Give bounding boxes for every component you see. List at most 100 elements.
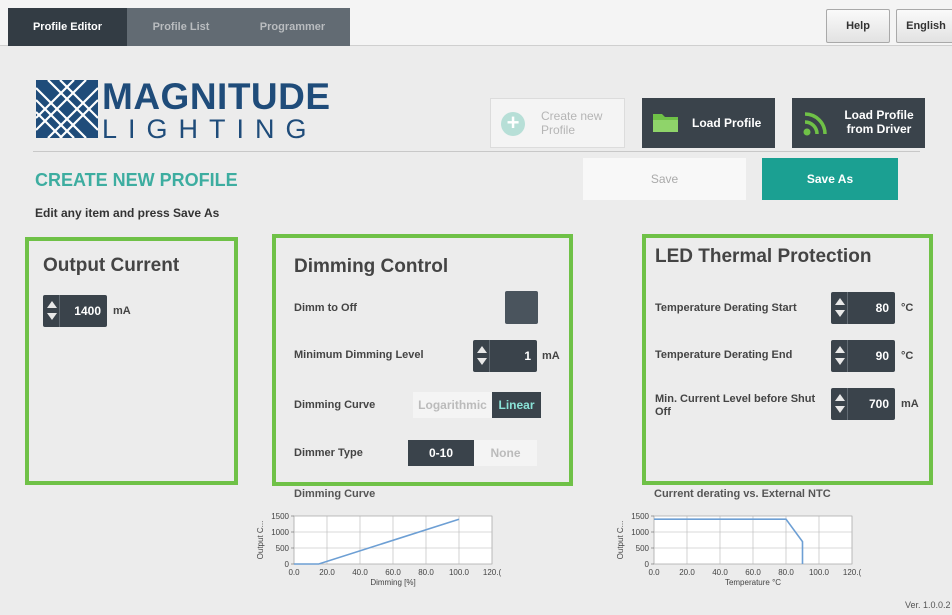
version-label: Ver. 1.0.0.2 [905, 600, 951, 610]
create-new-profile-button[interactable]: + Create new Profile [490, 98, 625, 148]
arrow-down-icon[interactable] [835, 406, 845, 413]
divider [33, 151, 920, 152]
y-tick-label: 1500 [271, 512, 289, 521]
output-current-stepper[interactable]: 1400 [43, 295, 107, 327]
x-tick-label: 40.0 [712, 568, 728, 577]
min-dimming-level-unit: mA [542, 350, 560, 362]
arrow-down-icon[interactable] [835, 310, 845, 317]
dimming-curve-label: Dimming Curve [294, 399, 376, 411]
x-tick-label: 0.0 [288, 568, 300, 577]
x-tick-label: 40.0 [352, 568, 368, 577]
y-tick-label: 500 [636, 544, 650, 553]
y-tick-label: 1000 [271, 528, 289, 537]
dimming-control-title: Dimming Control [294, 256, 449, 277]
help-button[interactable]: Help [826, 9, 890, 43]
y-axis-label: Output C... [256, 521, 265, 560]
page-subtitle: Edit any item and press Save As [35, 206, 220, 220]
thermal-protection-title: LED Thermal Protection [655, 246, 872, 267]
tab-programmer[interactable]: Programmer [235, 8, 350, 46]
stepper-arrows[interactable] [831, 388, 848, 420]
min-dimming-level-value: 1 [524, 349, 531, 363]
arrow-up-icon[interactable] [835, 298, 845, 305]
x-tick-label: 20.0 [319, 568, 335, 577]
x-tick-label: 100.0 [449, 568, 470, 577]
derating-end-stepper[interactable]: 90 [831, 340, 895, 372]
x-tick-label: 20.0 [679, 568, 695, 577]
plus-icon: + [501, 112, 525, 136]
create-new-profile-label: Create new Profile [541, 109, 603, 137]
derating-chart: 0.0 20.0 40.0 60.0 80.0 100.0 120.( 0 500 1000 150… [616, 512, 862, 587]
load-profile-label: Load Profile [692, 116, 762, 130]
derating-start-label: Temperature Derating Start [655, 302, 797, 314]
arrow-up-icon[interactable] [477, 346, 487, 353]
min-current-shutoff-label: Min. Current Level before Shut Off [655, 393, 816, 418]
arrow-up-icon[interactable] [835, 346, 845, 353]
stepper-arrows[interactable] [43, 295, 60, 327]
derating-start-stepper[interactable]: 80 [831, 292, 895, 324]
min-current-shutoff-unit: mA [901, 398, 919, 410]
derating-chart-title: Current derating vs. External NTC [654, 488, 831, 500]
save-as-button[interactable]: Save As [762, 158, 898, 200]
logo-subword: LIGHTING [102, 114, 318, 144]
x-tick-label: 60.0 [745, 568, 761, 577]
min-dimming-level-stepper[interactable]: 1 [473, 340, 537, 372]
load-profile-button[interactable]: Load Profile [642, 98, 775, 148]
x-axis-label: Dimming [%] [370, 578, 415, 587]
y-tick-label: 1500 [631, 512, 649, 521]
x-tick-label: 120.( [843, 568, 862, 577]
top-bar: Profile Editor Profile List Programmer H… [0, 0, 952, 46]
output-current-panel: Output Current 1400 mA [25, 237, 238, 485]
derating-end-label: Temperature Derating End [655, 349, 793, 361]
curve-option-logarithmic[interactable]: Logarithmic [413, 392, 492, 418]
x-tick-label: 120.( [483, 568, 502, 577]
dimmer-type-option-0-10[interactable]: 0-10 [408, 440, 474, 466]
dimming-curve-chart: 0.0 20.0 40.0 60.0 80.0 100.0 120.( 0 500 1000 150… [256, 512, 502, 587]
y-tick-label: 0 [285, 560, 290, 569]
dimmer-type-option-none[interactable]: None [474, 440, 537, 466]
derating-start-value: 80 [875, 301, 889, 315]
magnitude-logo: MAGNITUDE LIGHTING [36, 76, 336, 144]
derating-end-value: 90 [875, 349, 889, 363]
min-current-shutoff-stepper[interactable]: 700 [831, 388, 895, 420]
min-dimming-level-label: Minimum Dimming Level [294, 349, 424, 361]
stepper-arrows[interactable] [831, 340, 848, 372]
save-button[interactable]: Save [583, 158, 746, 200]
load-profile-from-driver-button[interactable]: Load Profile from Driver [792, 98, 925, 148]
stepper-arrows[interactable] [831, 292, 848, 324]
x-tick-label: 100.0 [809, 568, 830, 577]
arrow-down-icon[interactable] [477, 358, 487, 365]
language-button[interactable]: English [896, 9, 952, 43]
arrow-down-icon[interactable] [47, 313, 57, 320]
arrow-up-icon[interactable] [835, 394, 845, 401]
output-current-title: Output Current [43, 255, 180, 276]
folder-icon [653, 114, 678, 132]
dimm-to-off-label: Dimm to Off [294, 302, 357, 314]
curve-option-linear[interactable]: Linear [492, 392, 541, 418]
logo-wordmark: MAGNITUDE [102, 76, 331, 117]
y-axis-label: Output C... [616, 521, 625, 560]
output-current-value: 1400 [74, 304, 101, 318]
x-tick-label: 60.0 [385, 568, 401, 577]
y-tick-label: 0 [645, 560, 650, 569]
derating-start-unit: °C [901, 302, 914, 314]
page-title: CREATE NEW PROFILE [35, 170, 238, 190]
wireless-icon [803, 112, 827, 136]
dimmer-type-label: Dimmer Type [294, 447, 363, 459]
arrow-up-icon[interactable] [47, 301, 57, 308]
load-profile-from-driver-label: Load Profile from Driver [844, 108, 914, 136]
tab-profile-editor[interactable]: Profile Editor [8, 8, 127, 46]
dimm-to-off-toggle[interactable] [505, 291, 538, 324]
min-current-shutoff-value: 700 [868, 397, 889, 411]
logo-mark-icon [36, 80, 98, 138]
derating-end-unit: °C [901, 350, 914, 362]
x-axis-label: Temperature °C [725, 578, 781, 587]
y-tick-label: 1000 [631, 528, 649, 537]
x-tick-label: 80.0 [778, 568, 794, 577]
stepper-arrows[interactable] [473, 340, 490, 372]
x-tick-label: 0.0 [648, 568, 660, 577]
arrow-down-icon[interactable] [835, 358, 845, 365]
y-tick-label: 500 [276, 544, 290, 553]
x-tick-label: 80.0 [418, 568, 434, 577]
dimming-curve-chart-title: Dimming Curve [294, 488, 376, 500]
tab-profile-list[interactable]: Profile List [127, 8, 235, 46]
